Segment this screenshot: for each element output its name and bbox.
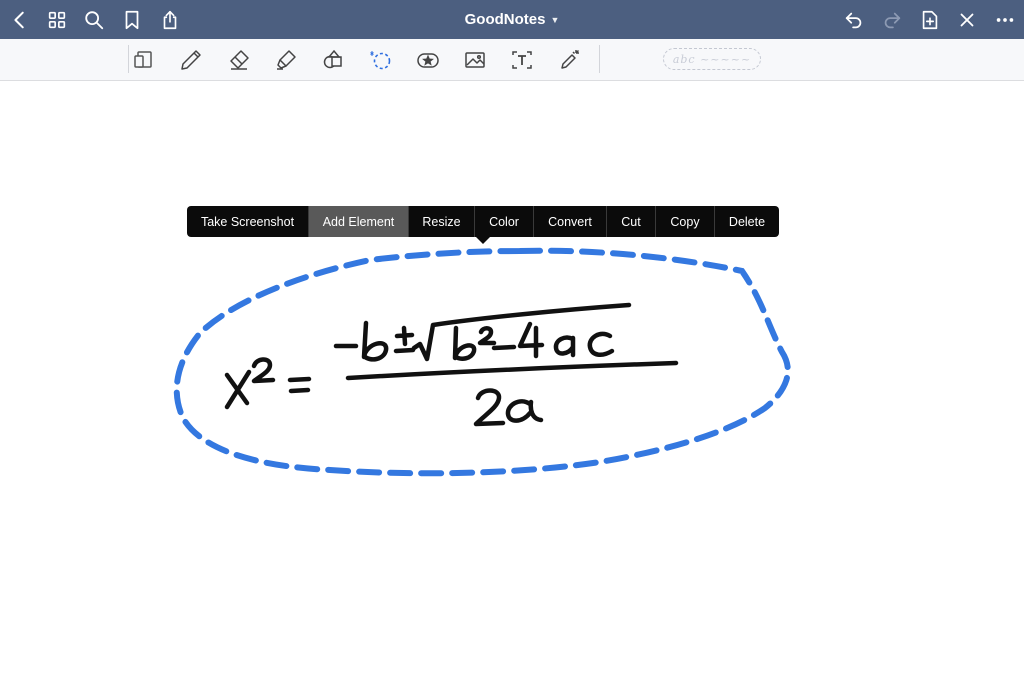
handwritten-equation [224,302,679,427]
copy-button[interactable]: Copy [656,206,715,237]
cut-button[interactable]: Cut [607,206,656,237]
resize-button[interactable]: Resize [409,206,475,237]
take-screenshot-button[interactable]: Take Screenshot [187,206,309,237]
context-menu-arrow [475,236,491,244]
selection-context-menu: Take Screenshot Add Element Resize Color… [187,206,779,237]
add-element-button[interactable]: Add Element [309,206,409,237]
color-button[interactable]: Color [475,206,534,237]
delete-button[interactable]: Delete [715,206,779,237]
convert-button[interactable]: Convert [534,206,607,237]
handwriting-layer [173,247,791,477]
